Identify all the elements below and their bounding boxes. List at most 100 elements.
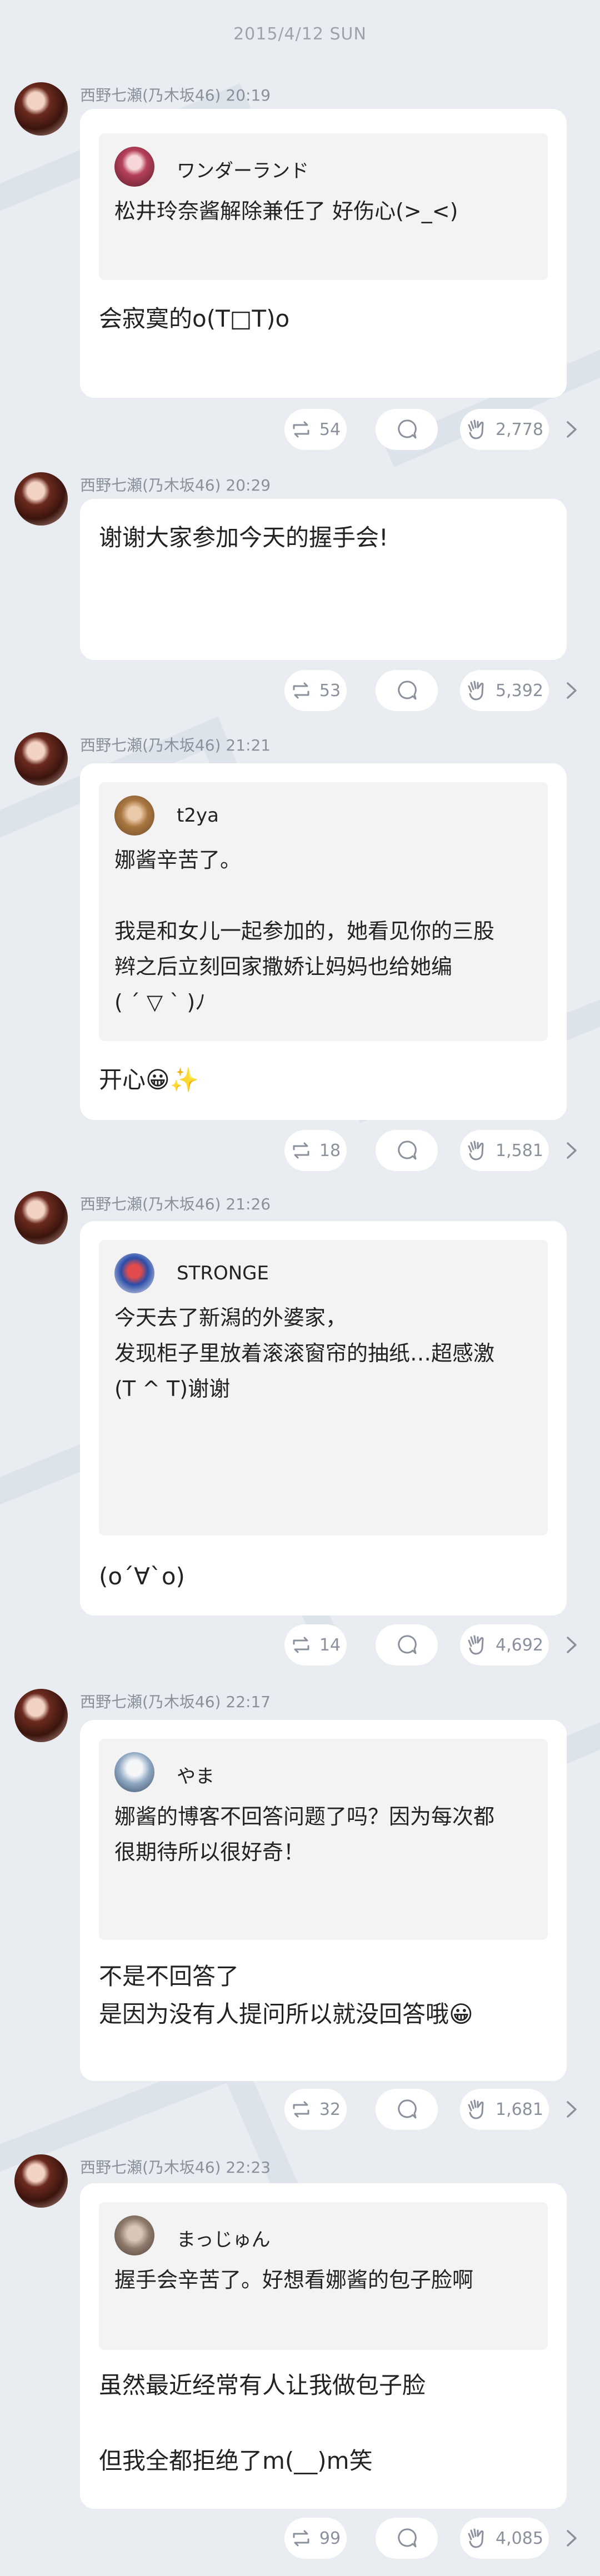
- fan-avatar: [114, 2215, 154, 2255]
- reply-text: 不是不回答了 是因为没有人提问所以就没回答哦😀: [99, 1963, 473, 2028]
- chevron-right-icon[interactable]: [564, 1634, 579, 1655]
- comment-button[interactable]: [376, 2089, 438, 2130]
- fan-message: 娜酱的博客不回答问题了吗？因为每次都 很期待所以很好奇！: [114, 1804, 495, 1864]
- comment-icon: [398, 2099, 417, 2119]
- author-avatar[interactable]: [14, 1689, 68, 1742]
- fan-name: やま: [177, 1765, 214, 1788]
- chevron-right-icon[interactable]: [564, 2528, 579, 2549]
- clap-button[interactable]: 4,692: [460, 1624, 549, 1665]
- author-avatar[interactable]: [14, 82, 68, 136]
- repost-count: 53: [319, 681, 341, 701]
- quoted-message: ワンダーランド 松井玲奈酱解除兼任了 好伤心(>_<): [99, 133, 548, 280]
- post-meta: 西野七瀬(乃木坂46) 20:29: [80, 473, 271, 496]
- clap-count: 5,392: [496, 681, 543, 701]
- clap-button[interactable]: 5,392: [460, 670, 549, 711]
- post-meta: 西野七瀬(乃木坂46) 21:26: [80, 1192, 271, 1214]
- action-bar: 18 1,581: [284, 1130, 584, 1171]
- reply-text: 虽然最近经常有人让我做包子脸 但我全都拒绝了m(__)m笑: [99, 2372, 426, 2474]
- fan-name: まっじゅん: [177, 2229, 271, 2251]
- fan-avatar: [114, 1752, 154, 1792]
- post-meta: 西野七瀬(乃木坂46) 22:23: [80, 2155, 271, 2178]
- date-header: 2015/4/12 SUN: [233, 24, 367, 44]
- comment-icon: [398, 681, 417, 700]
- fan-message: 娜酱辛苦了。 我是和女儿一起参加的，她看见你的三股 辫之后立刻回家撒娇让妈妈也给…: [114, 848, 495, 1014]
- repost-count: 14: [319, 1635, 341, 1655]
- clap-button[interactable]: 1,681: [460, 2089, 549, 2130]
- chevron-right-icon[interactable]: [564, 419, 579, 440]
- repost-icon: [293, 1637, 309, 1653]
- repost-count: 18: [319, 1141, 341, 1161]
- message-card: まっじゅん 握手会辛苦了。好想看娜酱的包子脸啊 虽然最近经常有人让我做包子脸 但…: [80, 2183, 567, 2509]
- action-bar: 14 4,692: [284, 1624, 584, 1665]
- quoted-message: やま 娜酱的博客不回答问题了吗？因为每次都 很期待所以很好奇！: [99, 1739, 548, 1940]
- author-avatar[interactable]: [14, 1191, 68, 1244]
- action-bar: 99 4,085: [284, 2518, 584, 2559]
- post-time: 21:21: [226, 736, 271, 754]
- repost-icon: [293, 421, 309, 438]
- post-time: 20:29: [226, 476, 271, 494]
- clap-count: 2,778: [496, 419, 543, 439]
- quoted-message: STRONGE 今天去了新潟的外婆家， 发现柜子里放着滚滚窗帘的抽纸…超感激 (…: [99, 1240, 548, 1535]
- post-meta: 西野七瀬(乃木坂46) 22:17: [80, 1690, 271, 1712]
- reply-text: 会寂寞的o(T□T)o: [99, 305, 290, 332]
- message-card: やま 娜酱的博客不回答问题了吗？因为每次都 很期待所以很好奇！ 不是不回答了 是…: [80, 1720, 567, 2081]
- comment-icon: [398, 1141, 417, 1160]
- repost-icon: [293, 2101, 309, 2118]
- repost-count: 54: [319, 419, 341, 439]
- quoted-message: t2ya 娜酱辛苦了。 我是和女儿一起参加的，她看见你的三股 辫之后立刻回家撒娇…: [99, 782, 548, 1041]
- action-bar: 32 1,681: [284, 2089, 584, 2130]
- repost-icon: [293, 2530, 309, 2547]
- comment-icon: [398, 2528, 417, 2548]
- fan-message: 今天去了新潟的外婆家， 发现柜子里放着滚滚窗帘的抽纸…超感激 (T ^ T)谢谢: [114, 1305, 495, 1401]
- clap-count: 1,581: [496, 1141, 543, 1161]
- repost-button[interactable]: 18: [284, 1130, 347, 1171]
- repost-icon: [293, 682, 309, 699]
- repost-button[interactable]: 53: [284, 670, 347, 711]
- clap-icon: [468, 1635, 484, 1655]
- comment-button[interactable]: [376, 1624, 438, 1665]
- message-card: ワンダーランド 松井玲奈酱解除兼任了 好伤心(>_<) 会寂寞的o(T□T)o: [80, 109, 567, 398]
- fan-name: ワンダーランド: [177, 160, 309, 182]
- clap-button[interactable]: 1,581: [460, 1130, 549, 1171]
- comment-button[interactable]: [376, 409, 438, 450]
- author-avatar[interactable]: [14, 2154, 68, 2208]
- clap-button[interactable]: 4,085: [460, 2518, 549, 2559]
- author-name: 西野七瀬(乃木坂46): [80, 736, 221, 754]
- message-card: t2ya 娜酱辛苦了。 我是和女儿一起参加的，她看见你的三股 辫之后立刻回家撒娇…: [80, 763, 567, 1120]
- repost-button[interactable]: 54: [284, 409, 347, 450]
- clap-icon: [468, 2099, 484, 2119]
- repost-button[interactable]: 99: [284, 2518, 347, 2559]
- chevron-right-icon[interactable]: [564, 1140, 579, 1161]
- comment-button[interactable]: [376, 1130, 438, 1171]
- clap-button[interactable]: 2,778: [460, 409, 549, 450]
- repost-count: 99: [319, 2528, 341, 2548]
- message-card: 谢谢大家参加今天的握手会!: [80, 499, 567, 660]
- clap-count: 1,681: [496, 2099, 543, 2119]
- fan-name: STRONGE: [177, 1262, 269, 1284]
- post-time: 21:26: [226, 1195, 271, 1213]
- chevron-right-icon[interactable]: [564, 680, 579, 701]
- author-avatar[interactable]: [14, 472, 68, 526]
- repost-button[interactable]: 14: [284, 1624, 347, 1665]
- quoted-message: まっじゅん 握手会辛苦了。好想看娜酱的包子脸啊: [99, 2202, 548, 2350]
- author-name: 西野七瀬(乃木坂46): [80, 476, 221, 494]
- reply-text: 谢谢大家参加今天的握手会!: [99, 524, 388, 551]
- comment-button[interactable]: [376, 2518, 438, 2559]
- repost-button[interactable]: 32: [284, 2089, 347, 2130]
- clap-count: 4,085: [496, 2528, 543, 2548]
- comment-button[interactable]: [376, 670, 438, 711]
- chevron-right-icon[interactable]: [564, 2099, 579, 2120]
- comment-icon: [398, 1635, 417, 1654]
- comment-icon: [398, 419, 417, 439]
- repost-count: 32: [319, 2099, 341, 2119]
- author-name: 西野七瀬(乃木坂46): [80, 1195, 221, 1213]
- author-avatar[interactable]: [14, 732, 68, 786]
- fan-name: t2ya: [177, 804, 219, 827]
- fan-avatar: [114, 1253, 154, 1293]
- fan-message: 握手会辛苦了。好想看娜酱的包子脸啊: [114, 2268, 474, 2292]
- clap-icon: [468, 1141, 484, 1161]
- post-time: 22:17: [226, 1693, 271, 1711]
- fan-avatar: [114, 796, 154, 836]
- action-bar: 53 5,392: [284, 670, 584, 711]
- repost-icon: [293, 1142, 309, 1159]
